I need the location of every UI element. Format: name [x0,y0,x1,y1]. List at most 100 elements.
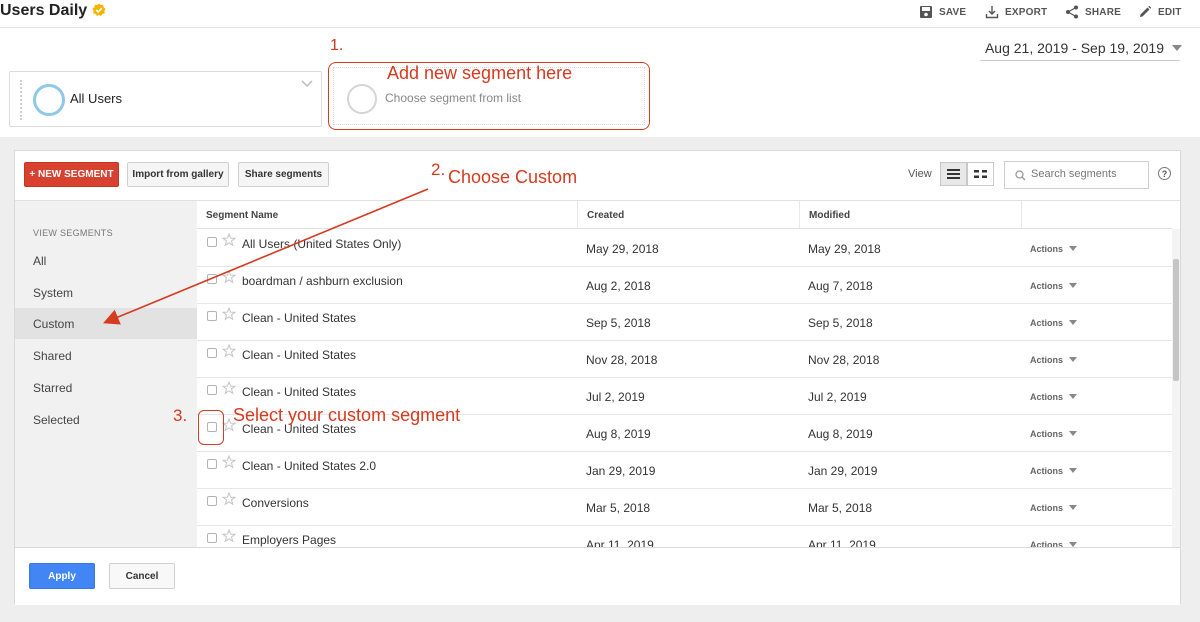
actions-label: Actions [1030,317,1064,328]
table-row[interactable]: Clean - United States Sep 5, 2018 Sep 5, 2… [197,304,1172,341]
chevron-down-icon[interactable] [301,80,313,88]
actions-label: Actions [1030,280,1064,291]
help-icon[interactable]: ? [1158,167,1171,180]
segment-name[interactable]: Clean - United States [242,348,356,362]
step2-annotation: Choose Custom [448,167,578,187]
sidebar-item-starred[interactable]: Starred [15,372,197,403]
star-icon[interactable] [222,344,236,358]
segment-checkbox[interactable] [207,311,217,321]
actions-menu[interactable]: Actions [1030,415,1078,452]
app-root: Users Daily SAVE EXPORT SHARE EDIT All U… [0,0,1200,622]
scrollbar-thumb[interactable] [1173,259,1179,381]
caret-down-icon [1069,505,1078,510]
segment-checkbox[interactable] [207,533,217,543]
created-date: Mar 5, 2018 [586,500,651,515]
segment-name[interactable]: Clean - United States 2.0 [242,459,376,473]
search-icon [1015,170,1026,181]
created-date: Jul 2, 2019 [586,389,645,404]
modified-date: Aug 7, 2018 [808,278,873,293]
segment-panel-footer: Apply Cancel [15,547,1180,605]
add-segment-slot[interactable]: Choose segment from list Add new segment… [328,62,650,130]
actions-menu[interactable]: Actions [1030,526,1078,547]
edit-label: EDIT [1158,6,1182,18]
star-icon[interactable] [222,233,236,247]
segment-checkbox[interactable] [207,274,217,284]
table-row[interactable]: Clean - United States 2.0 Jan 29, 2019 Jan… [197,452,1172,489]
table-scrollbar[interactable] [1172,229,1180,547]
step1-number: 1. [330,37,344,54]
star-icon[interactable] [222,307,236,321]
sidebar-item-custom[interactable]: Custom [15,308,197,339]
segment-name[interactable]: Conversions [242,496,309,510]
share-segments-button[interactable]: Share segments [238,162,329,187]
column-header-created[interactable]: Created [577,201,799,229]
drag-handle[interactable] [20,80,22,120]
import-gallery-button[interactable]: Import from gallery [127,162,229,187]
star-icon[interactable] [222,270,236,284]
created-date: Sep 5, 2018 [586,315,651,330]
view-label: View [908,168,932,180]
segment-name-cell: Clean - United States [197,341,577,378]
modified-date: Jul 2, 2019 [808,389,867,404]
actions-menu[interactable]: Actions [1030,230,1078,267]
actions-label: Actions [1030,243,1064,254]
table-row[interactable]: Employers Pages Apr 11, 2019 Apr 11, 2019 A… [197,526,1172,547]
segment-name-cell: boardman / ashburn exclusion [197,267,577,304]
segment-name[interactable]: Clean - United States [242,385,356,399]
segment-name[interactable]: boardman / ashburn exclusion [242,274,403,288]
date-range-picker[interactable]: Aug 21, 2019 - Sep 19, 2019 [985,40,1182,56]
actions-menu[interactable]: Actions [1030,341,1078,378]
segment-name-cell: All Users (United States Only) [197,230,577,267]
grid-view-button[interactable] [967,162,994,186]
segment-name[interactable]: All Users (United States Only) [242,237,401,251]
search-segments-input[interactable] [1031,168,1141,180]
modified-date: Sep 5, 2018 [808,315,873,330]
actions-menu[interactable]: Actions [1030,378,1078,415]
step3-number: 3. [173,406,188,425]
table-row[interactable]: Clean - United States Nov 28, 2018 Nov 28,… [197,341,1172,378]
segment-toolbar: + NEW SEGMENT Import from gallery Share … [15,151,1180,201]
share-button[interactable]: SHARE [1065,4,1121,20]
step3-highlight-box [198,410,224,445]
edit-button[interactable]: EDIT [1138,4,1182,20]
segment-name[interactable]: Employers Pages [242,533,336,547]
segment-checkbox[interactable] [207,496,217,506]
column-header-segment-name[interactable]: Segment Name [197,201,577,229]
table-row[interactable]: Conversions Mar 5, 2018 Mar 5, 2018 Actions [197,489,1172,526]
list-view-button[interactable] [940,162,967,186]
save-button[interactable]: SAVE [919,4,966,20]
star-icon[interactable] [222,381,236,395]
column-header-modified[interactable]: Modified [799,201,1021,229]
sidebar-item-selected[interactable]: Selected [15,404,197,435]
list-view-icon [947,169,960,179]
report-header: Users Daily SAVE EXPORT SHARE EDIT [0,0,1200,28]
actions-menu[interactable]: Actions [1030,267,1078,304]
report-title: Users Daily [0,2,88,19]
export-button[interactable]: EXPORT [985,4,1047,20]
table-row[interactable]: boardman / ashburn exclusion Aug 2, 2018 A… [197,267,1172,304]
star-icon[interactable] [222,492,236,506]
actions-menu[interactable]: Actions [1030,304,1078,341]
segment-picker-bar: All Users 1. Choose segment from list Ad… [0,29,1200,137]
cancel-button[interactable]: Cancel [109,563,175,589]
search-segments-box[interactable] [1004,161,1149,189]
segment-checkbox[interactable] [207,385,217,395]
star-icon[interactable] [222,455,236,469]
segment-name-cell: Clean - United States 2.0 [197,452,577,489]
segment-name[interactable]: Clean - United States [242,311,356,325]
apply-button[interactable]: Apply [29,563,95,589]
active-segment-card[interactable]: All Users [9,71,322,127]
modified-date: Apr 11, 2019 [808,537,876,548]
actions-menu[interactable]: Actions [1030,489,1078,526]
actions-menu[interactable]: Actions [1030,452,1078,489]
star-icon[interactable] [222,529,236,543]
segment-checkbox[interactable] [207,459,217,469]
segment-checkbox[interactable] [207,348,217,358]
table-row[interactable]: All Users (United States Only) May 29, 20… [197,230,1172,267]
sidebar-item-shared[interactable]: Shared [15,340,197,371]
caret-down-icon [1069,357,1078,362]
sidebar-item-system[interactable]: System [15,277,197,308]
new-segment-button[interactable]: + NEW SEGMENT [24,162,119,187]
segment-checkbox[interactable] [207,237,217,247]
sidebar-item-all[interactable]: All [15,245,197,276]
